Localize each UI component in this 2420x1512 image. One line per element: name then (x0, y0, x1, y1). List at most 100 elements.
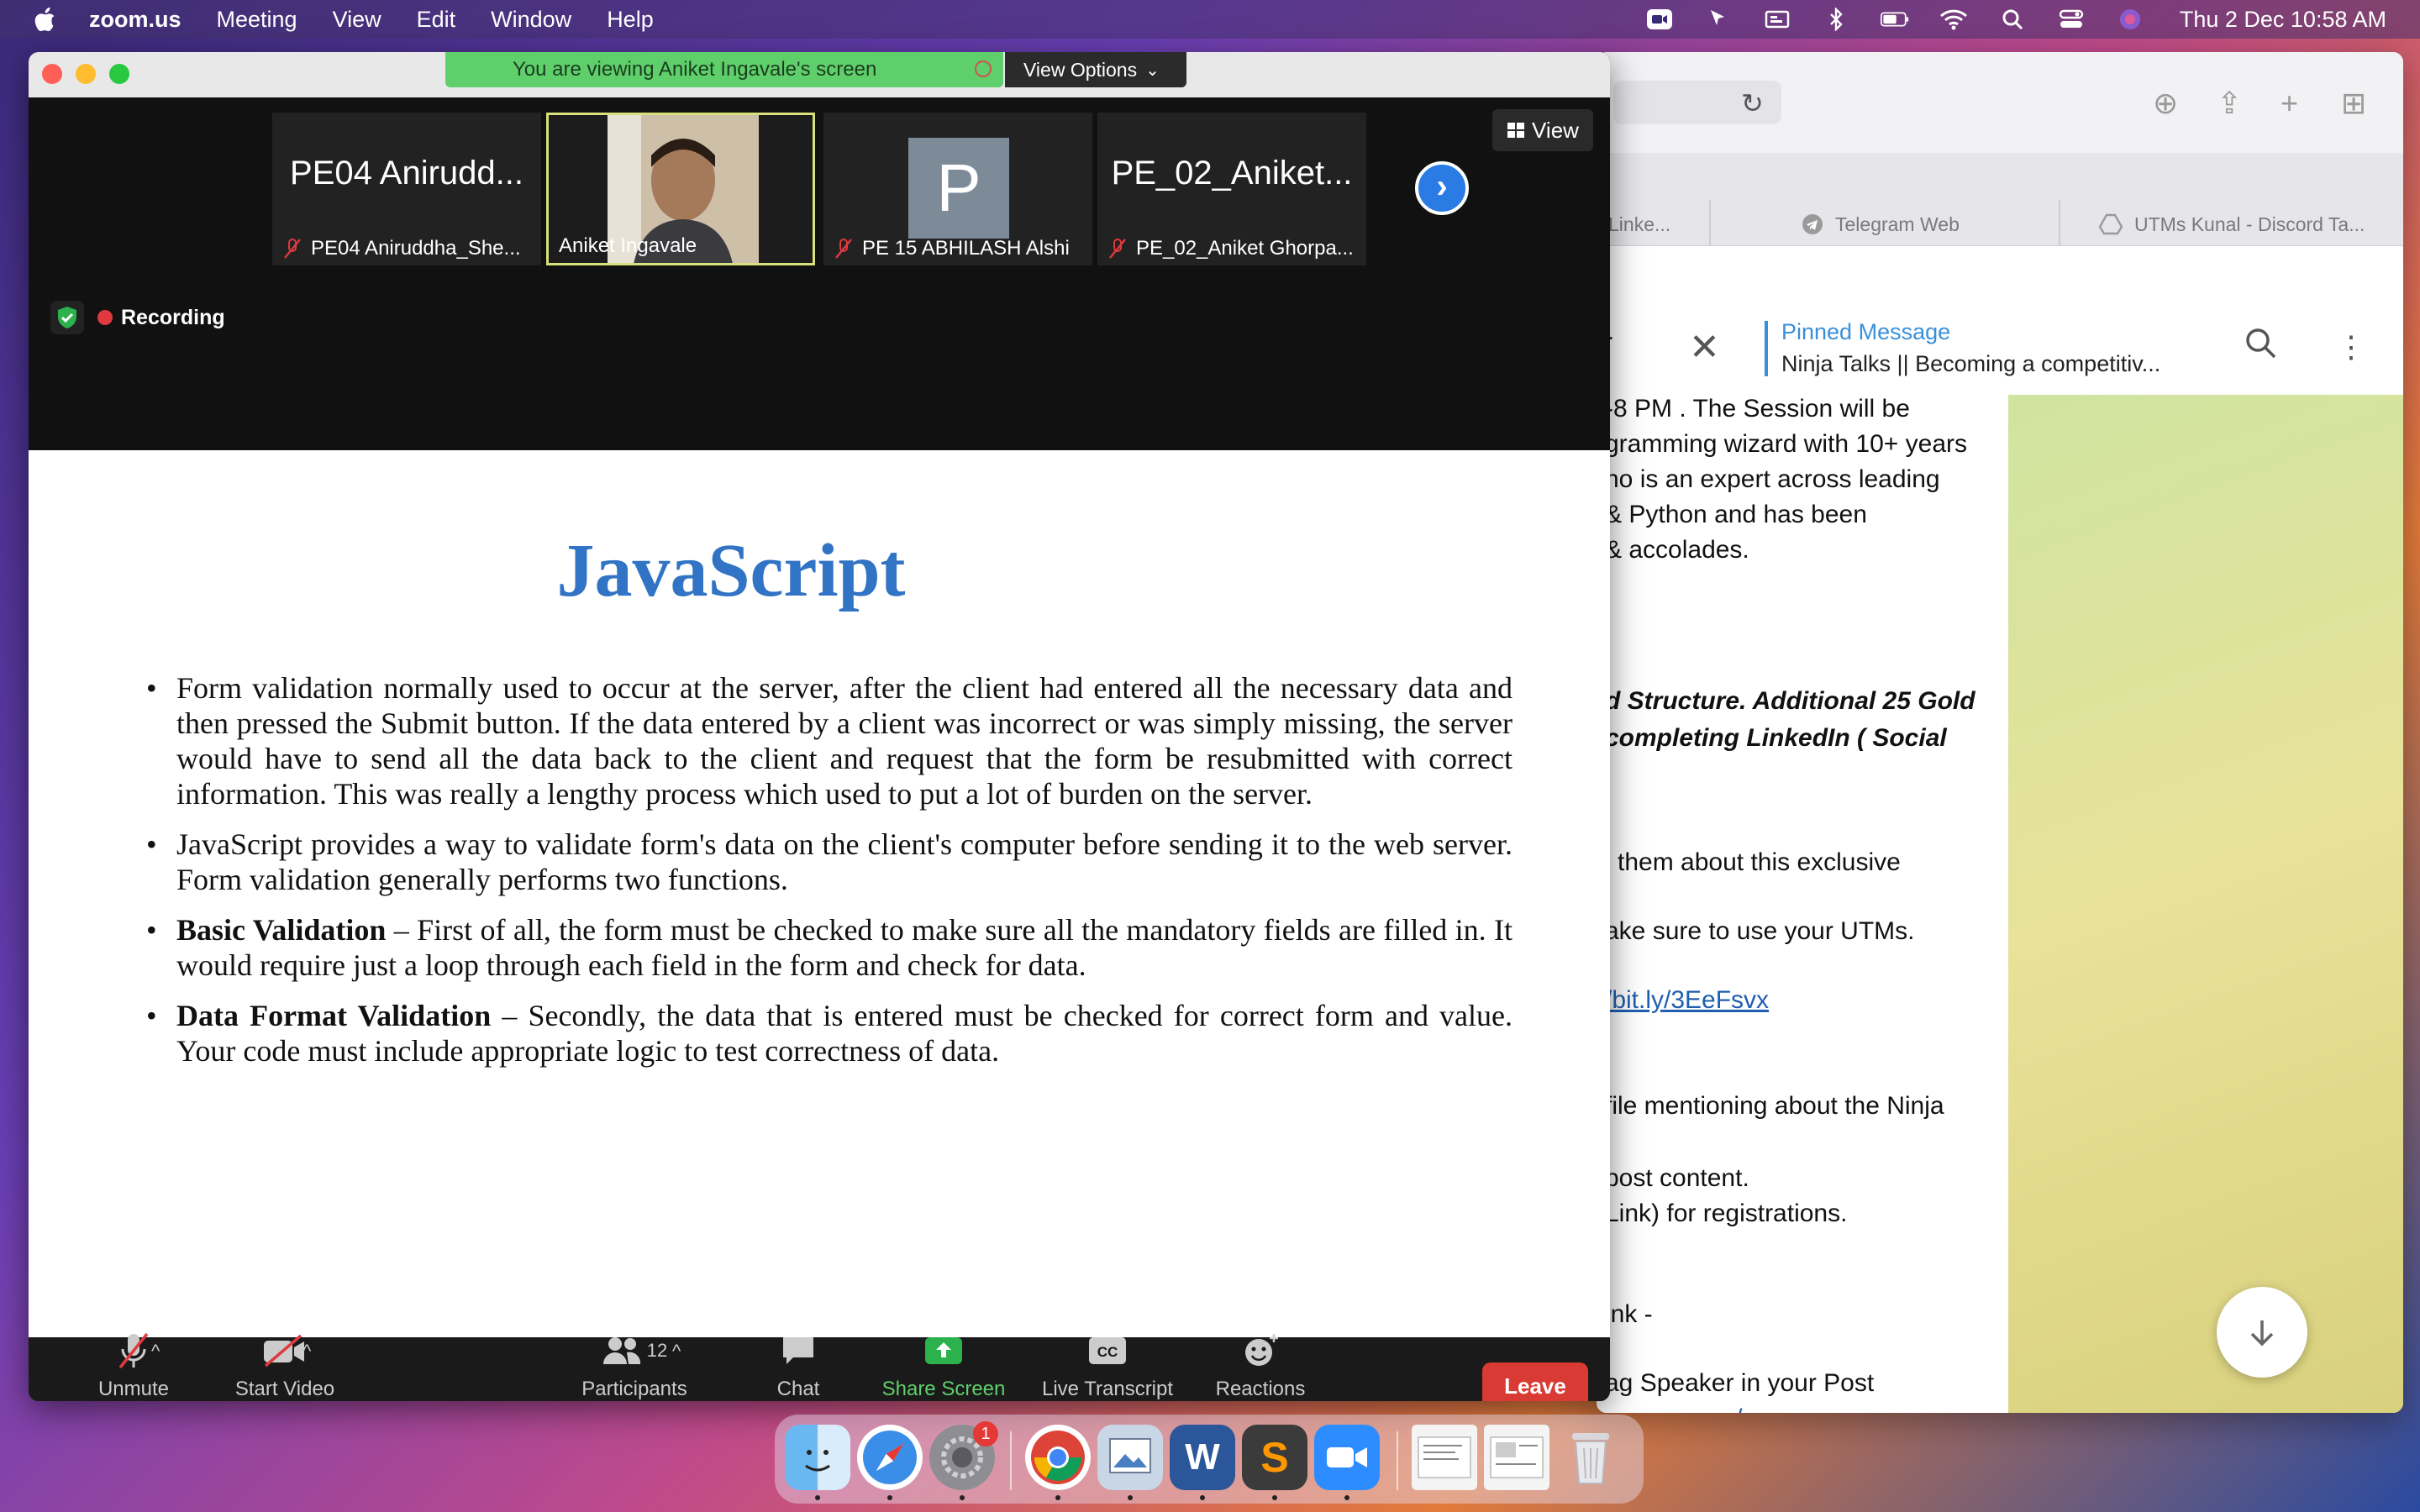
menu-meeting[interactable]: Meeting (217, 7, 297, 33)
recording-dot-icon (97, 310, 113, 325)
menu-help[interactable]: Help (607, 7, 654, 33)
tab-linkedin[interactable]: Linke... (1608, 203, 1670, 245)
message-line: completing LinkedIn ( Social (1605, 724, 1947, 752)
participant-tile-active[interactable]: Aniket Ingavale (546, 113, 815, 265)
participant-label-text: PE_02_Aniket Ghorpa... (1136, 237, 1354, 260)
dock: 1 W S (775, 1415, 1644, 1504)
chat-label: Chat (776, 1378, 820, 1400)
menu-view[interactable]: View (333, 7, 381, 33)
message-line: -8 PM . The Session will be (1605, 395, 1910, 423)
participant-label: PE04 Aniruddha_She... (282, 237, 521, 260)
browser-window: ↻ ⊕ ⇪ + ⊞ Linke... Telegram Web UTMs Kun… (1597, 52, 2403, 1413)
participants-icon (602, 1337, 640, 1364)
next-page-button[interactable]: › (1415, 161, 1469, 215)
message-link[interactable]: /bit.ly/3EeFsvx (1605, 986, 1769, 1015)
minimize-window-button[interactable] (76, 64, 96, 84)
tab-discord[interactable]: UTMs Kunal - Discord Ta... (2099, 203, 2365, 245)
control-center-icon[interactable] (2057, 7, 2086, 32)
tab-telegram[interactable]: Telegram Web (1802, 203, 1960, 245)
reactions-label: Reactions (1215, 1378, 1306, 1400)
sublime-icon[interactable]: S (1242, 1425, 1307, 1500)
word-icon[interactable]: W (1170, 1425, 1235, 1500)
menu-window[interactable]: Window (491, 7, 571, 33)
bullet-bold: Data Format Validation (176, 999, 492, 1032)
slide-bullet: Basic Validation – First of all, the for… (146, 912, 1512, 983)
doc-thumb-1-icon[interactable] (1412, 1425, 1477, 1490)
reactions-button[interactable]: Reactions (1193, 1329, 1328, 1401)
siri-icon[interactable] (2116, 7, 2144, 32)
slide-bullets: Form validation normally used to occur a… (146, 670, 1512, 1084)
more-options-icon[interactable]: ⋮ (2336, 329, 2366, 365)
chat-icon (783, 1337, 813, 1364)
arrow-cursor-icon[interactable] (1704, 7, 1733, 32)
message-line: ho is an expert across leading (1605, 465, 1940, 493)
wifi-icon[interactable] (1939, 7, 1968, 32)
share-icon[interactable]: ⇪ (2217, 86, 2242, 121)
viewing-screen-banner: You are viewing Aniket Ingavale's screen (445, 52, 1003, 87)
system-preferences-icon[interactable]: 1 (929, 1421, 998, 1500)
bluetooth-icon[interactable] (1822, 7, 1850, 32)
participants-button[interactable]: 12 Participants (546, 1329, 723, 1401)
preview-icon[interactable] (1097, 1425, 1163, 1500)
dock-separator (1397, 1431, 1398, 1490)
spotlight-search-icon[interactable] (1998, 7, 2027, 32)
menu-app-name[interactable]: zoom.us (89, 7, 182, 33)
doc-thumb-2-icon[interactable] (1484, 1425, 1549, 1490)
notification-badge: 1 (973, 1421, 998, 1446)
chat-button[interactable]: Chat (748, 1329, 849, 1401)
unmute-label: Unmute (97, 1378, 170, 1400)
pinned-message-text[interactable]: Ninja Talks || Becoming a competitiv... (1781, 351, 2160, 377)
participants-options-caret-icon[interactable]: ^ (672, 1341, 681, 1362)
scroll-to-bottom-button[interactable] (2217, 1287, 2307, 1378)
participant-label: PE 15 ABHILASH Alshi (834, 237, 1070, 260)
svg-text:CC: CC (1097, 1344, 1118, 1360)
zoom-meeting-window: You are viewing Aniket Ingavale's screen… (29, 52, 1610, 1401)
start-video-button[interactable]: Start Video (213, 1329, 356, 1401)
closed-captions-icon: CC (1089, 1337, 1126, 1364)
zoom-status-icon[interactable] (1645, 7, 1674, 32)
menu-bar: zoom.us Meeting View Edit Window Help Th… (0, 0, 2420, 39)
video-gallery (29, 97, 1610, 450)
slide-title: JavaScript (556, 529, 906, 612)
participant-tile[interactable]: PE04 Anirudd... PE04 Aniruddha_She... (272, 113, 541, 265)
message-line: d Structure. Additional 25 Gold (1605, 687, 1975, 715)
new-tab-icon[interactable]: + (2281, 86, 2298, 121)
screen-icon[interactable] (1763, 7, 1791, 32)
download-icon[interactable]: ⊕ (2153, 86, 2178, 121)
start-video-label: Start Video (234, 1378, 335, 1400)
search-icon[interactable] (2244, 326, 2277, 360)
close-icon[interactable]: ✕ (1689, 326, 1720, 369)
chrome-icon[interactable] (1025, 1425, 1091, 1500)
video-options-caret-icon[interactable]: ^ (302, 1341, 311, 1362)
tab-overview-icon[interactable]: ⊞ (2341, 86, 2366, 121)
unmute-button[interactable]: Unmute (62, 1329, 205, 1401)
running-indicator (1200, 1495, 1205, 1500)
menu-edit[interactable]: Edit (417, 7, 456, 33)
zoom-icon[interactable] (1314, 1425, 1380, 1500)
view-button[interactable]: View (1492, 109, 1593, 151)
audio-options-caret-icon[interactable]: ^ (151, 1341, 160, 1362)
battery-icon[interactable] (1880, 7, 1909, 32)
close-window-button[interactable] (42, 64, 62, 84)
trash-icon[interactable] (1558, 1425, 1623, 1490)
participant-tile[interactable]: P PE 15 ABHILASH Alshi (823, 113, 1092, 265)
participant-tile[interactable]: PE_02_Aniket... PE_02_Aniket Ghorpa... (1097, 113, 1366, 265)
view-options-button[interactable]: View Options ⌄ (1005, 52, 1186, 87)
share-screen-button[interactable]: Share Screen (872, 1329, 1015, 1401)
message-link[interactable]: soonsaurav/ (1605, 1404, 1742, 1413)
security-shield-icon[interactable] (50, 301, 84, 334)
leave-button[interactable]: Leave (1482, 1362, 1588, 1401)
apple-icon[interactable] (32, 6, 57, 33)
menubar-clock[interactable]: Thu 2 Dec 10:58 AM (2180, 7, 2386, 33)
share-screen-label: Share Screen (881, 1378, 1006, 1400)
zoom-window-button[interactable] (109, 64, 129, 84)
safari-icon[interactable] (857, 1425, 923, 1500)
pinned-message-title[interactable]: Pinned Message (1781, 319, 1950, 345)
reload-icon[interactable]: ↻ (1741, 87, 1764, 119)
live-transcript-button[interactable]: CC Live Transcript (1023, 1329, 1192, 1401)
telegram-icon (1802, 214, 1823, 234)
view-options-label: View Options (1023, 58, 1138, 81)
finder-icon[interactable] (785, 1425, 850, 1500)
recording-indicator[interactable]: Recording (97, 301, 225, 334)
tab-label: Telegram Web (1835, 213, 1960, 235)
